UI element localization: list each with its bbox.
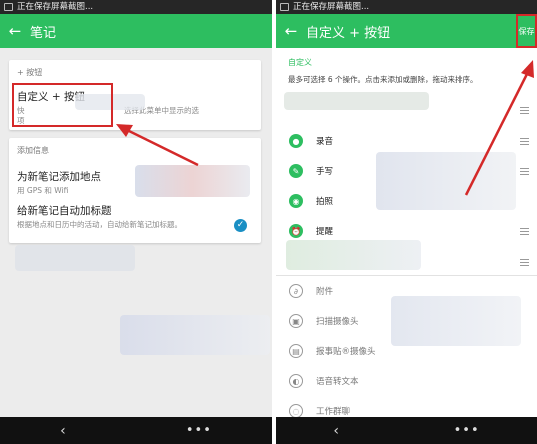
nav-back-icon[interactable]: ‹ bbox=[333, 423, 339, 439]
nav-more-icon[interactable]: ••• bbox=[454, 423, 480, 438]
left-phone-screen: 正在保存屏幕截图... ← 笔记 + 按钮 自定义 + 按钮 快 选择此菜单中显… bbox=[0, 0, 272, 444]
right-phone-screen: 正在保存屏幕截图... ← 自定义 + 按钮 保存 自定义 最多可选择 6 个操… bbox=[276, 0, 537, 444]
annotation-arrow bbox=[116, 124, 199, 167]
system-nav-bar: ‹ ••• bbox=[276, 417, 537, 444]
nav-back-icon[interactable]: ‹ bbox=[60, 423, 66, 439]
annotation-arrow bbox=[464, 60, 534, 196]
nav-more-icon[interactable]: ••• bbox=[186, 423, 212, 438]
system-nav-bar: ‹ ••• bbox=[0, 417, 272, 444]
